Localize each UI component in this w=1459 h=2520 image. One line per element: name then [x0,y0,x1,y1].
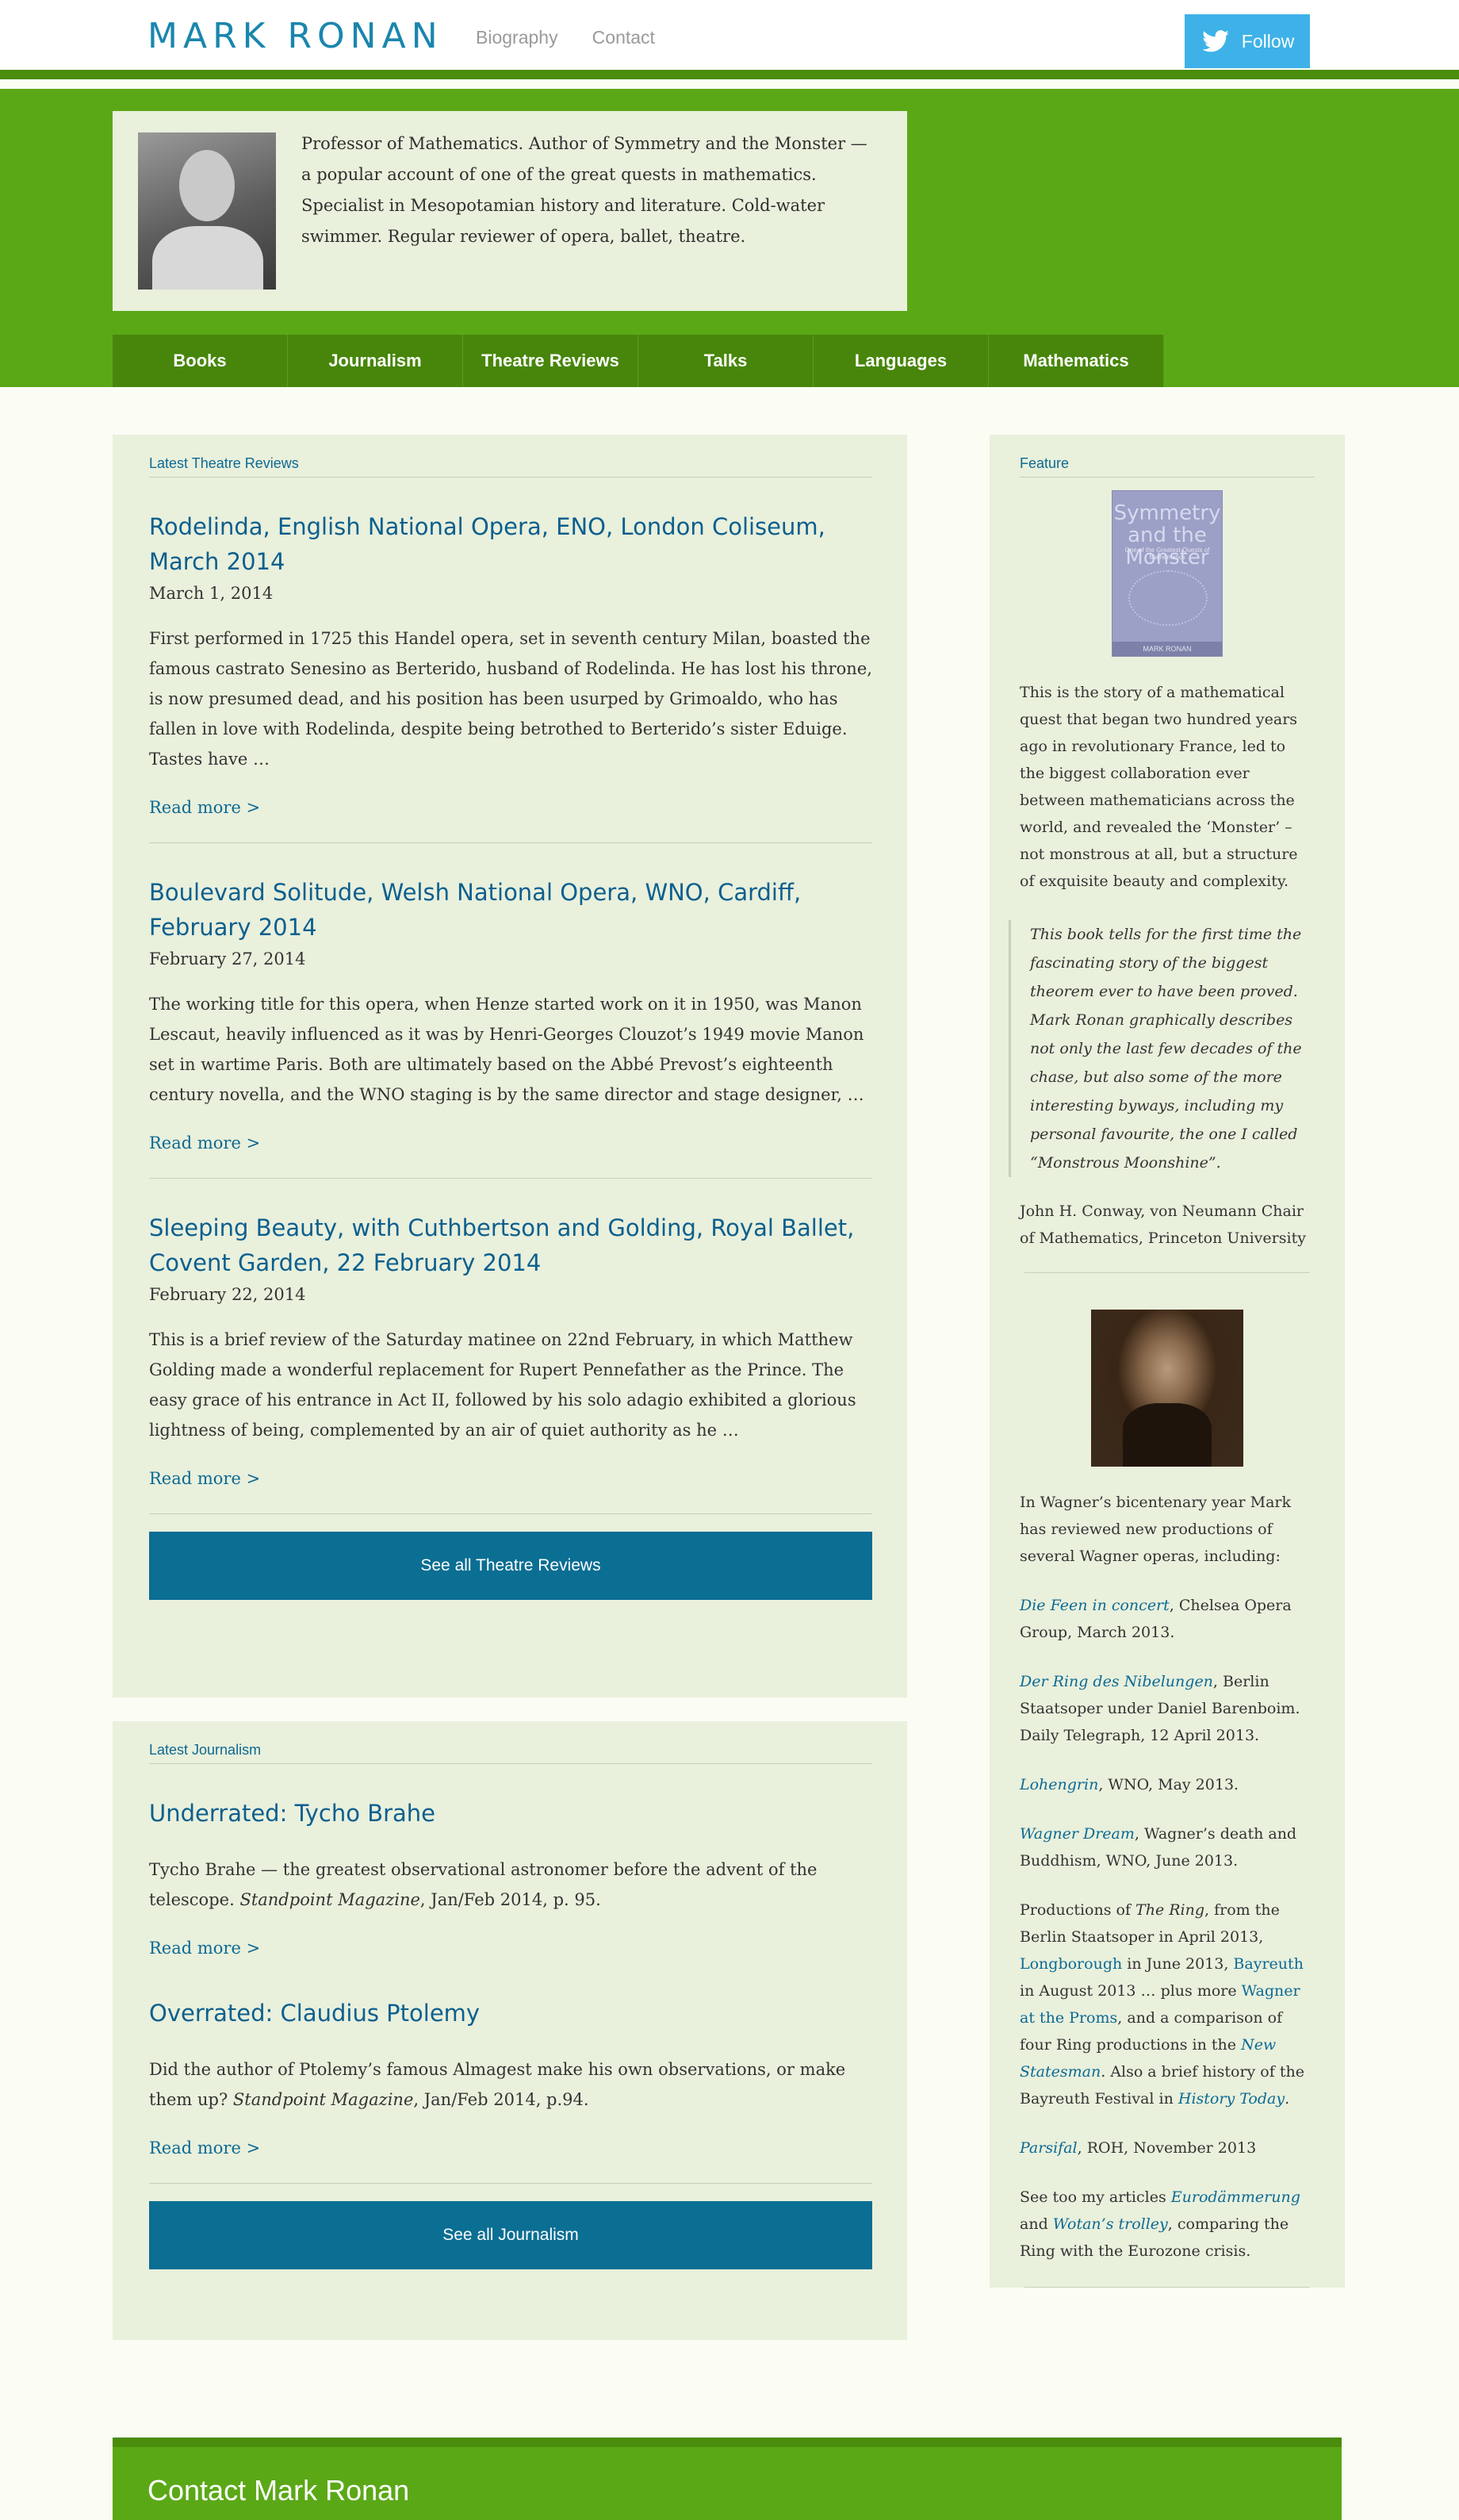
ring-link[interactable]: Der Ring des Nibelungen [1020,1673,1213,1690]
nav-books[interactable]: Books [113,335,288,387]
review-title[interactable]: Sleeping Beauty, with Cuthbertson and Go… [149,1210,872,1280]
divider [149,2183,872,2184]
review-date: February 22, 2014 [149,1285,306,1304]
wagner-item: Parsifal, ROH, November 2013 [1020,2139,1257,2157]
read-more-link[interactable]: Read more > [149,798,872,817]
bayreuth-link[interactable]: Bayreuth [1233,1955,1303,1973]
nav-talks[interactable]: Talks [638,335,814,387]
review-item: Boulevard Solitude, Welsh National Opera… [149,875,872,1179]
longborough-link[interactable]: Longborough [1020,1955,1122,1973]
see-all-theatre-reviews-button[interactable]: See all Theatre Reviews [149,1532,872,1600]
see-all-journalism-button[interactable]: See all Journalism [149,2201,872,2269]
intro-text: Professor of Mathematics. Author of Symm… [301,134,867,246]
theatre-reviews-panel: Latest Theatre Reviews Rodelinda, Englis… [113,435,907,1697]
wagner-dream-link[interactable]: Wagner Dream [1020,1825,1135,1843]
die-feen-link[interactable]: Die Feen in concert [1020,1597,1170,1614]
wagner-item: Wagner Dream, Wagner’s death and Buddhis… [1020,1825,1297,1870]
divider [149,1513,872,1514]
nav-biography[interactable]: Biography [476,27,558,48]
review-excerpt: First performed in 1725 this Handel oper… [149,629,872,769]
read-more-link[interactable]: Read more > [149,1469,872,1488]
review-date: March 1, 2014 [149,584,274,603]
nav-theatre-reviews[interactable]: Theatre Reviews [463,335,638,387]
review-title[interactable]: Rodelinda, English National Opera, ENO, … [149,509,872,579]
wagner-item: Die Feen in concert, Chelsea Opera Group… [1020,1597,1292,1641]
wagner-intro: In Wagner’s bicentenary year Mark has re… [1020,1494,1292,1565]
contact-footer: Contact Mark Ronan [113,2438,1342,2520]
read-more-link[interactable]: Read more > [149,1939,872,1958]
journalism-heading: Latest Journalism [149,1742,872,1764]
top-nav: Biography Contact [476,27,685,48]
article-item: Underrated: Tycho Brahe Tycho Brahe — th… [149,1796,872,1958]
article-excerpt: Did the author of Ptolemy’s famous Almag… [149,2060,846,2109]
eurodammerung-link[interactable]: Eurodämmerung [1171,2188,1300,2206]
article-excerpt: Tycho Brahe — the greatest observational… [149,1860,818,1909]
author-portrait [138,132,276,290]
divider [149,842,872,843]
twitter-bird-icon [1201,30,1229,52]
site-logo[interactable]: MARK RONAN [147,16,443,56]
review-excerpt: This is a brief review of the Saturday m… [149,1330,856,1440]
wagner-item: Lohengrin, WNO, May 2013. [1020,1776,1239,1793]
book-cover-image[interactable]: Symmetry and the Monster One of the Grea… [1112,490,1223,657]
nav-journalism[interactable]: Journalism [288,335,463,387]
nav-contact[interactable]: Contact [592,27,655,48]
review-item: Rodelinda, English National Opera, ENO, … [149,509,872,843]
review-date: February 27, 2014 [149,949,306,968]
article-item: Overrated: Claudius Ptolemy Did the auth… [149,1996,872,2184]
intro-box: Professor of Mathematics. Author of Symm… [113,111,907,311]
article-title[interactable]: Overrated: Claudius Ptolemy [149,1996,872,2031]
main-nav: Books Journalism Theatre Reviews Talks L… [113,335,1164,387]
follow-label: Follow [1241,30,1295,52]
wagner-item: Productions of The Ring, from the Berlin… [1020,1901,1304,2108]
wagner-item: See too my articles Eurodämmerung and Wo… [1020,2188,1300,2260]
theatre-reviews-heading: Latest Theatre Reviews [149,455,872,478]
nav-languages[interactable]: Languages [814,335,989,387]
review-excerpt: The working title for this opera, when H… [149,995,864,1104]
book-quote: This book tells for the first time the f… [1009,920,1315,1177]
nav-mathematics[interactable]: Mathematics [989,335,1164,387]
contact-heading: Contact Mark Ronan [147,2474,410,2507]
feature-sidebar: Feature Symmetry and the Monster One of … [990,435,1345,2288]
read-more-link[interactable]: Read more > [149,2138,872,2158]
lohengrin-link[interactable]: Lohengrin [1020,1776,1098,1793]
book-description: This is the story of a mathematical ques… [1020,684,1298,890]
wagner-portrait [1091,1310,1243,1467]
parsifal-link[interactable]: Parsifal [1020,2139,1078,2157]
history-today-link[interactable]: History Today [1178,2090,1285,2108]
site-header: MARK RONAN Biography Contact Follow [0,0,1459,79]
review-title[interactable]: Boulevard Solitude, Welsh National Opera… [149,875,872,945]
divider [149,1178,872,1179]
wotans-trolley-link[interactable]: Wotan’s trolley [1053,2215,1168,2233]
twitter-follow-button[interactable]: Follow [1185,14,1310,68]
feature-heading: Feature [1020,455,1315,478]
read-more-link[interactable]: Read more > [149,1133,872,1153]
divider [1024,2287,1310,2288]
journalism-panel: Latest Journalism Underrated: Tycho Brah… [113,1721,907,2340]
article-title[interactable]: Underrated: Tycho Brahe [149,1796,872,1831]
divider [1024,1272,1310,1273]
wagner-item: Der Ring des Nibelungen, Berlin Staatsop… [1020,1673,1300,1744]
quote-attribution: John H. Conway, von Neumann Chair of Mat… [1020,1202,1306,1247]
review-item: Sleeping Beauty, with Cuthbertson and Go… [149,1210,872,1514]
